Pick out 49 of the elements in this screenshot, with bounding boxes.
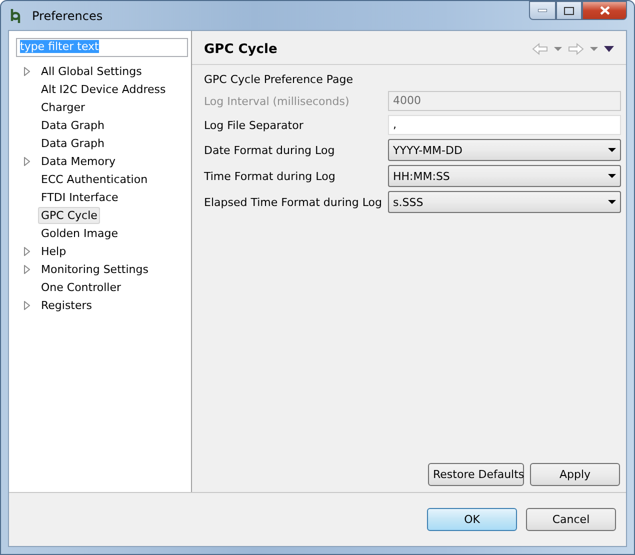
- dropdown[interactable]: HH:MM:SS: [388, 165, 621, 187]
- tree-item[interactable]: GPC Cycle: [38, 206, 100, 224]
- dropdown[interactable]: s.SSS: [388, 191, 621, 213]
- input-field[interactable]: ,: [388, 115, 621, 135]
- tree-item[interactable]: One Controller: [38, 278, 124, 296]
- tree-item[interactable]: ECC Authentication: [38, 170, 151, 188]
- restore-defaults-button[interactable]: Restore Defaults: [428, 463, 524, 486]
- tree-item[interactable]: All Global Settings: [38, 62, 145, 80]
- tree-item[interactable]: Alt I2C Device Address: [38, 80, 169, 98]
- expand-icon[interactable]: [24, 246, 30, 256]
- expand-icon[interactable]: [24, 300, 30, 310]
- tree-item[interactable]: Charger: [38, 98, 88, 116]
- field-label: Date Format during Log: [204, 144, 336, 156]
- maximize-button[interactable]: [556, 1, 582, 20]
- tree-item[interactable]: Registers: [38, 296, 96, 314]
- dropdown[interactable]: YYYY-MM-DD: [388, 139, 621, 161]
- dropdown-arrow-icon: [554, 47, 562, 51]
- minimize-icon: [538, 9, 547, 12]
- field-label: Elapsed Time Format during Log: [204, 196, 382, 208]
- minimize-button[interactable]: [529, 1, 556, 20]
- ok-button[interactable]: OK: [427, 508, 517, 531]
- expand-icon[interactable]: [24, 156, 30, 166]
- field-label: Log File Separator: [204, 118, 304, 132]
- expand-icon[interactable]: [24, 66, 30, 76]
- dropdown-arrow-icon: [608, 148, 616, 152]
- page-description: GPC Cycle Preference Page: [204, 73, 354, 86]
- apply-button[interactable]: Apply: [530, 463, 620, 486]
- field-label: Time Format during Log: [204, 170, 336, 182]
- close-icon: [600, 6, 610, 15]
- cancel-button[interactable]: Cancel: [526, 508, 616, 531]
- tree-item[interactable]: FTDI Interface: [38, 188, 122, 206]
- page-title: GPC Cycle: [204, 42, 278, 56]
- tree-item[interactable]: Data Memory: [38, 152, 118, 170]
- expand-icon[interactable]: [24, 264, 30, 274]
- window-title: Preferences: [32, 8, 104, 22]
- close-button[interactable]: [582, 1, 627, 20]
- dropdown-arrow-icon: [608, 174, 616, 178]
- tree-item[interactable]: Help: [38, 242, 70, 260]
- maximize-icon: [564, 6, 574, 14]
- dropdown-arrow-icon: [590, 47, 598, 51]
- menu-arrow-icon[interactable]: [604, 46, 614, 52]
- tree-item[interactable]: Monitoring Settings: [38, 260, 152, 278]
- tree-item[interactable]: Data Graph: [38, 134, 108, 152]
- tree-item[interactable]: Data Graph: [38, 116, 108, 134]
- field-label: Log Interval (milliseconds): [204, 94, 350, 108]
- dropdown-arrow-icon: [608, 200, 616, 204]
- forward-arrow-icon[interactable]: [568, 43, 584, 55]
- back-arrow-icon[interactable]: [532, 43, 548, 55]
- tree-item[interactable]: Golden Image: [38, 224, 121, 242]
